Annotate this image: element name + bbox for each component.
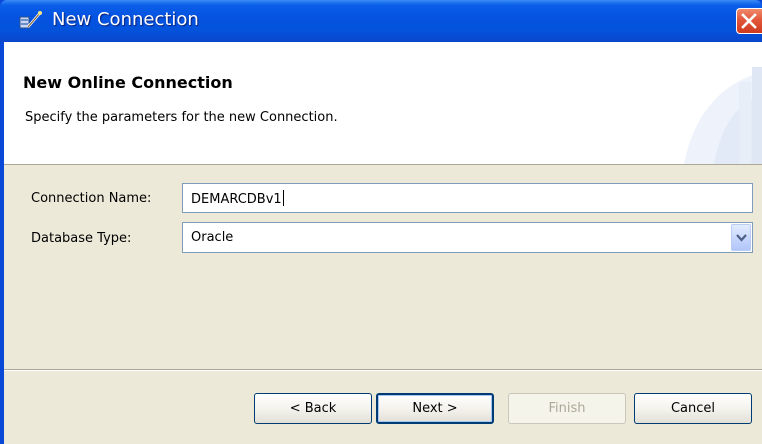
banner-decoration-icon	[684, 67, 762, 164]
back-button[interactable]: < Back	[254, 393, 372, 424]
connection-wizard-icon	[18, 9, 44, 31]
text-caret	[282, 190, 284, 206]
database-type-label: Database Type:	[31, 231, 132, 246]
window-title: New Connection	[52, 9, 199, 30]
next-button[interactable]: Next >	[376, 393, 494, 424]
cancel-button[interactable]: Cancel	[634, 393, 752, 424]
dialog-window: New Connection New Online Connection Spe…	[0, 0, 762, 444]
dropdown-button[interactable]	[731, 224, 751, 251]
page-title: New Online Connection	[23, 73, 233, 92]
chevron-down-icon	[736, 234, 747, 242]
close-icon	[741, 13, 757, 29]
connection-name-label: Connection Name:	[31, 191, 152, 206]
title-bar[interactable]: New Connection	[0, 0, 762, 42]
header-banner: New Online Connection Specify the parame…	[4, 42, 762, 165]
page-description: Specify the parameters for the new Conne…	[25, 110, 338, 125]
button-separator	[4, 369, 762, 371]
connection-name-value: DEMARCDBv1	[191, 192, 282, 207]
database-type-value: Oracle	[191, 230, 234, 245]
dialog-content: New Online Connection Specify the parame…	[4, 42, 762, 444]
connection-name-input[interactable]: DEMARCDBv1	[182, 183, 753, 213]
finish-button: Finish	[508, 393, 626, 424]
close-button[interactable]	[736, 8, 762, 34]
database-type-select[interactable]: Oracle	[182, 222, 753, 253]
